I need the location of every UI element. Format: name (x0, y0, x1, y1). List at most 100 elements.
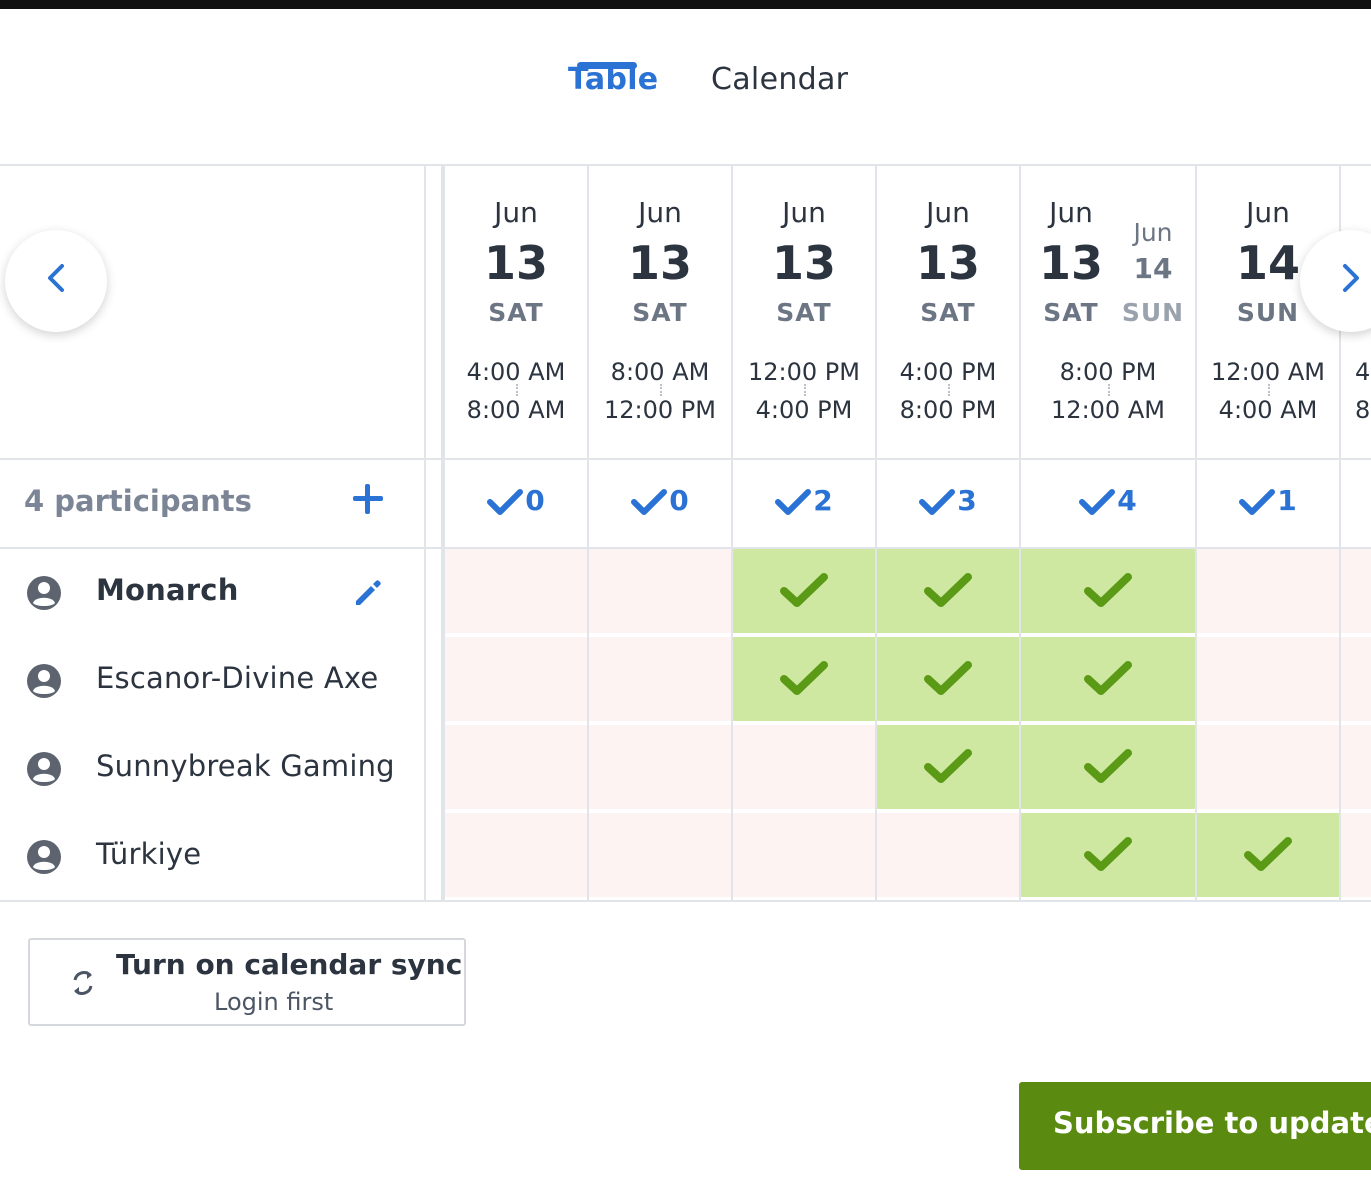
tab-calendar[interactable]: Calendar (711, 62, 848, 97)
vote-cell[interactable] (877, 549, 1019, 635)
vote-cell[interactable] (1341, 725, 1371, 811)
slot-weekday: SAT (920, 298, 976, 327)
vote-cell[interactable] (445, 549, 587, 635)
check-icon (631, 489, 668, 515)
vote-cell[interactable] (589, 725, 731, 811)
vote-cell[interactable] (445, 725, 587, 811)
time-separator (948, 384, 950, 396)
time-separator (1108, 384, 1110, 396)
time-slot-column: Jun 13 SAT Jun 14 SUN 8:00 PM 12:00 AM 4 (1019, 166, 1195, 900)
check-icon (919, 489, 956, 515)
check-icon (780, 573, 828, 607)
time-separator (804, 384, 806, 396)
time-separator (516, 384, 518, 396)
vote-cell[interactable] (589, 813, 731, 899)
previous-button[interactable] (5, 230, 107, 332)
vote-cell[interactable] (877, 725, 1019, 811)
user-circle-icon (27, 840, 61, 874)
vote-cell[interactable] (445, 637, 587, 723)
participant-name: Sunnybreak Gaming (96, 749, 395, 783)
slot-vote-count: 0 (589, 484, 731, 517)
user-circle-icon (27, 576, 61, 610)
slot-count-value: 0 (669, 484, 689, 517)
vote-cell[interactable] (877, 637, 1019, 723)
slot-count-value: 1 (1277, 484, 1297, 517)
slot-start-time: 4:00 PM (899, 358, 997, 386)
header-separator (0, 458, 1371, 460)
slot-month-end: Jun (1133, 218, 1173, 247)
slot-end-time: 4:00 AM (1218, 396, 1318, 424)
vote-cell[interactable] (1197, 725, 1339, 811)
time-slot-column: Jun 13 SAT 12:00 PM 4:00 PM 2 (731, 166, 875, 900)
slot-weekday-end: SUN (1121, 298, 1185, 327)
slot-vote-count: 2 (733, 484, 875, 517)
next-button[interactable] (1300, 230, 1371, 332)
slot-start-time: 4:00 AM (466, 358, 566, 386)
vote-cell[interactable] (1021, 549, 1195, 635)
slot-vote-count: 1 (1197, 484, 1339, 517)
user-circle-icon (27, 752, 61, 786)
vote-cell[interactable] (877, 813, 1019, 899)
slot-weekday: SAT (776, 298, 832, 327)
vote-cell[interactable] (589, 637, 731, 723)
slot-end-time: 12:00 PM (604, 396, 716, 424)
slot-end-time: 12:00 AM (1051, 396, 1165, 424)
vote-cell[interactable] (733, 725, 875, 811)
check-icon (1239, 489, 1276, 515)
vote-cell[interactable] (733, 549, 875, 635)
slot-end-time: 4:00 PM (755, 396, 853, 424)
vote-cell[interactable] (1341, 813, 1371, 899)
calendar-sync-button[interactable]: Turn on calendar sync Login first (28, 938, 466, 1026)
slot-start-time: 12:00 PM (748, 358, 860, 386)
check-icon (487, 489, 524, 515)
subscribe-button[interactable]: Subscribe to updates (1019, 1082, 1371, 1170)
pencil-icon[interactable] (352, 577, 384, 609)
slot-month: Jun (1049, 196, 1093, 229)
slot-day: 13 (771, 236, 836, 290)
vote-cell[interactable] (1021, 813, 1195, 899)
slot-weekday: SAT (1043, 298, 1099, 327)
slot-end-time: 8:00 PM (899, 396, 997, 424)
slot-day-end: 14 (1133, 252, 1173, 285)
vote-cell[interactable] (733, 637, 875, 723)
status-bar (0, 0, 1371, 9)
vote-cell[interactable] (1341, 637, 1371, 723)
check-icon (1244, 837, 1292, 871)
chevron-right-icon (1343, 264, 1359, 292)
add-participant-button[interactable] (350, 481, 386, 517)
poll-table: Jun 13 SAT 4:00 AM 8:00 AM 0 Jun 13 SAT 8:00 AM 12… (0, 164, 1371, 902)
vote-cell[interactable] (589, 549, 731, 635)
slot-start-time: 4 (1355, 358, 1371, 386)
slot-day: 13 (1038, 236, 1103, 290)
participant-name: Türkiye (96, 837, 202, 871)
vote-cell[interactable] (1197, 637, 1339, 723)
check-icon (775, 489, 812, 515)
vote-cell[interactable] (1341, 549, 1371, 635)
slot-month: Jun (638, 196, 682, 229)
vote-cell[interactable] (1021, 637, 1195, 723)
vote-cell[interactable] (445, 813, 587, 899)
time-slot-column: Jun 13 SAT 4:00 AM 8:00 AM 0 (443, 166, 587, 900)
time-slot-column: Jun 13 SAT 4:00 PM 8:00 PM 3 (875, 166, 1019, 900)
participant-row: Türkiye (0, 813, 426, 900)
check-icon (924, 573, 972, 607)
slot-count-value: 3 (957, 484, 977, 517)
vote-cell[interactable] (733, 813, 875, 899)
vote-cell[interactable] (1197, 813, 1339, 899)
chevron-left-icon (48, 264, 64, 292)
time-separator (660, 384, 662, 396)
time-slot-column: Jun 13 SAT 8:00 AM 12:00 PM 0 (587, 166, 731, 900)
slot-start-time: 8:00 PM (1059, 358, 1157, 386)
check-icon (924, 749, 972, 783)
slot-weekday: SAT (488, 298, 544, 327)
slot-day: 13 (915, 236, 980, 290)
vote-cell[interactable] (1021, 725, 1195, 811)
calendar-sync-subtitle: Login first (214, 988, 334, 1016)
check-icon (1084, 661, 1132, 695)
slot-month: Jun (926, 196, 970, 229)
slot-day: 13 (483, 236, 548, 290)
participant-row: Sunnybreak Gaming (0, 725, 426, 813)
slot-start-time: 12:00 AM (1211, 358, 1325, 386)
calendar-sync-title: Turn on calendar sync (116, 948, 463, 981)
vote-cell[interactable] (1197, 549, 1339, 635)
